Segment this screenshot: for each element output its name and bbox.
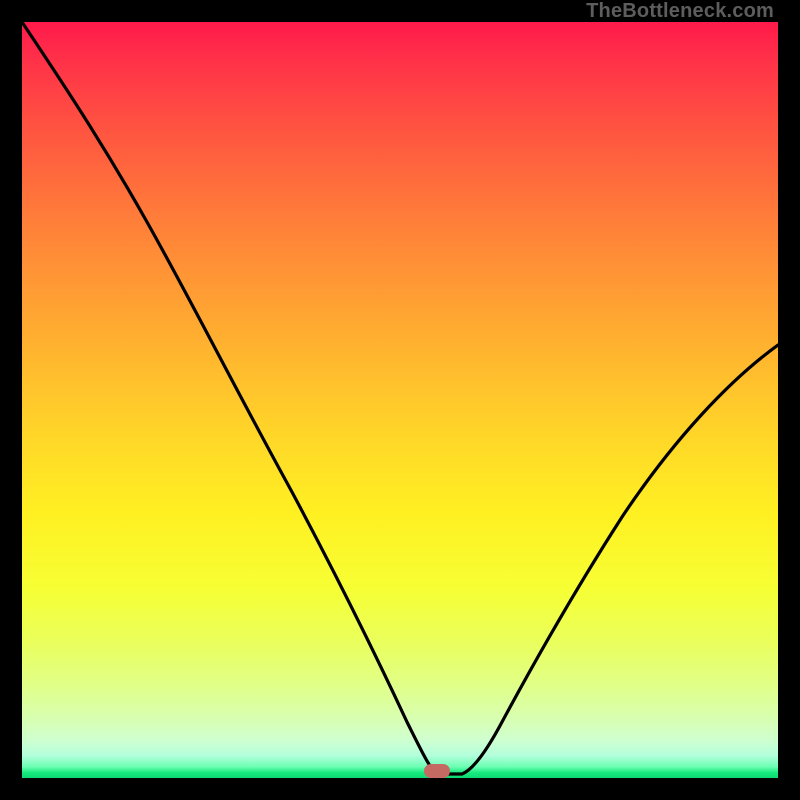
chart-frame: TheBottleneck.com [0, 0, 800, 800]
watermark-text: TheBottleneck.com [586, 0, 774, 23]
gradient-plot-area [22, 22, 778, 778]
trough-marker [424, 764, 450, 778]
